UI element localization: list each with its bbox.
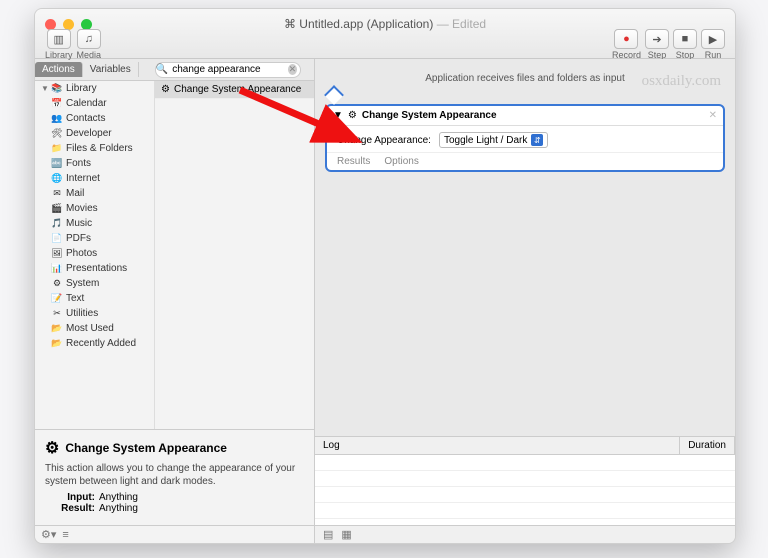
gear-icon[interactable]: ⚙▾ bbox=[41, 528, 56, 541]
action-card[interactable]: ▼ ⚙ Change System Appearance ✕ Change Ap… bbox=[325, 104, 725, 172]
param-label: Change Appearance: bbox=[337, 135, 431, 146]
library-tree[interactable]: ▼📚Library📅Calendar👥Contacts🛠Developer📁Fi… bbox=[35, 81, 155, 429]
tree-item[interactable]: 👥Contacts bbox=[35, 111, 154, 126]
tree-item[interactable]: ✂Utilities bbox=[35, 306, 154, 321]
result-label: Change System Appearance bbox=[174, 84, 301, 95]
run-button[interactable]: ▶Run bbox=[701, 29, 725, 60]
step-button[interactable]: ➔Step bbox=[645, 29, 669, 60]
tree-item[interactable]: ▼📚Library bbox=[35, 81, 154, 96]
library-toolbar-button[interactable]: ▥Library bbox=[45, 29, 73, 60]
gear-icon: ⚙ bbox=[161, 84, 170, 95]
input-hint: Application receives files and folders a… bbox=[315, 59, 735, 104]
chevron-updown-icon: ⇵ bbox=[531, 134, 543, 146]
titlebar: ⌘ Untitled.app (Application) — Edited ▥L… bbox=[35, 9, 735, 59]
tree-item[interactable]: 📅Calendar bbox=[35, 96, 154, 111]
tree-item[interactable]: 📝Text bbox=[35, 291, 154, 306]
gear-icon: ⚙ bbox=[348, 110, 357, 121]
variables-icon[interactable]: ▦ bbox=[341, 528, 351, 541]
desc-title: Change System Appearance bbox=[65, 441, 227, 455]
select-value: Toggle Light / Dark bbox=[444, 135, 527, 146]
workflow-area[interactable]: Application receives files and folders a… bbox=[315, 59, 735, 543]
log-icon[interactable]: ▤ bbox=[323, 528, 333, 541]
tree-item[interactable]: 🖼Photos bbox=[35, 246, 154, 261]
stop-button[interactable]: ■Stop bbox=[673, 29, 697, 60]
tree-item[interactable]: 🔤Fonts bbox=[35, 156, 154, 171]
action-title: Change System Appearance bbox=[362, 110, 497, 121]
tree-item[interactable]: 🌐Internet bbox=[35, 171, 154, 186]
tab-variables[interactable]: Variables bbox=[83, 62, 139, 77]
doc-name: Untitled.app (Application) bbox=[299, 17, 433, 31]
sidebar-statusbar: ⚙▾ ≡ bbox=[35, 525, 314, 543]
sidebar: Actions Variables 🔍 ✕ ▼📚Library📅Calendar… bbox=[35, 59, 315, 543]
log-col[interactable]: Log bbox=[315, 437, 680, 454]
disclosure-icon[interactable]: ▼ bbox=[333, 110, 343, 121]
edited-label: — Edited bbox=[437, 17, 486, 31]
results-tab[interactable]: Results bbox=[337, 156, 370, 167]
tree-item[interactable]: ⚙System bbox=[35, 276, 154, 291]
duration-col[interactable]: Duration bbox=[680, 437, 735, 454]
automator-window: ⌘ Untitled.app (Application) — Edited ▥L… bbox=[34, 8, 736, 544]
result-row[interactable]: ⚙ Change System Appearance bbox=[155, 81, 314, 99]
tree-item[interactable]: 📄PDFs bbox=[35, 231, 154, 246]
tree-item[interactable]: 📂Recently Added bbox=[35, 336, 154, 351]
results-column: ⚙ Change System Appearance bbox=[155, 81, 314, 429]
appearance-select[interactable]: Toggle Light / Dark ⇵ bbox=[439, 132, 548, 148]
view-icon[interactable]: ≡ bbox=[62, 529, 68, 541]
tree-item[interactable]: 🎵Music bbox=[35, 216, 154, 231]
tree-item[interactable]: 📊Presentations bbox=[35, 261, 154, 276]
search-input[interactable] bbox=[155, 62, 301, 78]
log-pane: Log Duration bbox=[315, 436, 735, 525]
tree-item[interactable]: 🛠Developer bbox=[35, 126, 154, 141]
main-statusbar: ▤ ▦ bbox=[315, 525, 735, 543]
media-toolbar-button[interactable]: ♫Media bbox=[77, 29, 102, 60]
tab-actions[interactable]: Actions bbox=[35, 62, 83, 77]
description-pane: ⚙ Change System Appearance This action al… bbox=[35, 429, 314, 525]
tree-item[interactable]: 🎬Movies bbox=[35, 201, 154, 216]
close-icon[interactable]: ✕ bbox=[709, 110, 717, 121]
clear-icon[interactable]: ✕ bbox=[288, 64, 297, 75]
options-tab[interactable]: Options bbox=[384, 156, 418, 167]
desc-body: This action allows you to change the app… bbox=[45, 462, 304, 488]
search-field[interactable]: 🔍 ✕ bbox=[139, 62, 314, 78]
tree-item[interactable]: 📂Most Used bbox=[35, 321, 154, 336]
gear-icon: ⚙ bbox=[45, 438, 59, 458]
watermark: osxdaily.com bbox=[642, 73, 721, 90]
tree-item[interactable]: 📁Files & Folders bbox=[35, 141, 154, 156]
record-button[interactable]: ●Record bbox=[612, 29, 641, 60]
search-icon: 🔍 bbox=[156, 64, 168, 75]
tree-item[interactable]: ✉Mail bbox=[35, 186, 154, 201]
doc-icon: ⌘ bbox=[284, 17, 296, 31]
